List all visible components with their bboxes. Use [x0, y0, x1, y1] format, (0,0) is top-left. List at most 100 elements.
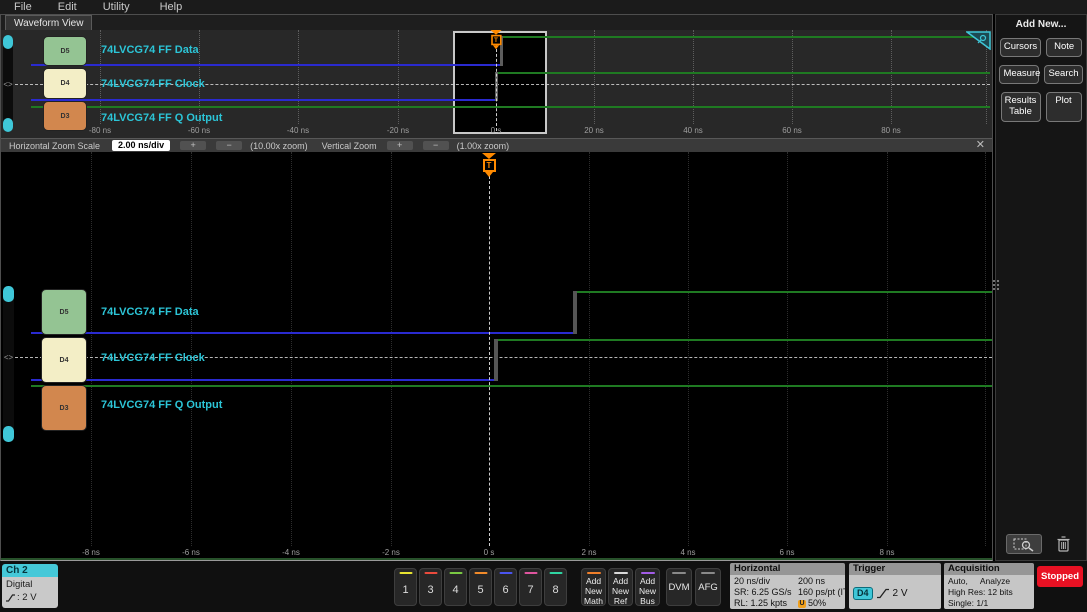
channel-button-label: 5 [477, 584, 484, 596]
v-zoom-increase-button[interactable]: + [386, 141, 413, 150]
menu-edit[interactable]: Edit [56, 1, 79, 13]
d5-data-low-trace [31, 64, 501, 66]
add-new-ref-button[interactable]: Add New Ref [608, 568, 633, 606]
v-zoom-decrease-button[interactable]: − [422, 141, 449, 150]
panel-splitter-handle[interactable] [993, 280, 1000, 296]
horizontal-panel-title: Horizontal [730, 563, 845, 575]
acquisition-settings-panel[interactable]: Acquisition Auto, Analyze High Res: 12 bi… [944, 563, 1034, 609]
trigger-position-line [496, 44, 497, 131]
draw-a-box-zoom-icon[interactable] [966, 31, 991, 50]
d5-data-rising-edge [573, 291, 577, 334]
menu-utility[interactable]: Utility [101, 1, 132, 13]
trash-icon [1057, 536, 1069, 552]
label-d3-q-output: 74LVCG74 FF Q Output [101, 112, 223, 124]
channel-3-button[interactable]: 3 [419, 568, 442, 606]
badge-d5[interactable]: D5 [43, 36, 87, 66]
channel-color-stripe [549, 572, 562, 574]
channel-2-badge[interactable]: Ch 2 Digital : 2 V [2, 564, 58, 608]
channel-1-button[interactable]: 1 [394, 568, 417, 606]
horizontal-window: 200 ns [798, 576, 826, 586]
badge-d3[interactable]: D3 [43, 101, 87, 131]
menu-file[interactable]: File [12, 1, 34, 13]
settings-bar: Ch 2 Digital : 2 V 1 3 4 5 6 7 8 Add New… [0, 561, 1087, 612]
ref-color-stripe [613, 572, 628, 574]
resolution: 160 ps/pt (IT) [798, 587, 845, 597]
gridline [91, 152, 92, 546]
overview-tick: 0 s [490, 126, 502, 135]
trigger-marker[interactable]: T [490, 30, 502, 50]
channel-2-threshold: : 2 V [17, 592, 37, 603]
channel-button-label: 3 [427, 584, 434, 596]
add-button-label: Add New Ref [611, 576, 629, 606]
d4-clock-high-trace [498, 72, 990, 74]
tab-waveform-view[interactable]: Waveform View [5, 15, 93, 30]
acquisition-single: Single: 1/1 [948, 598, 989, 608]
badge-d5[interactable]: D5 [41, 289, 87, 335]
d5-data-high-trace [503, 36, 990, 38]
channel-6-button[interactable]: 6 [494, 568, 517, 606]
horizontal-zoom-scale-label: Horizontal Zoom Scale [9, 140, 101, 151]
menu-bar: File Edit Utility Help [0, 0, 1087, 14]
gridline [787, 152, 788, 546]
overview-tick: 80 ns [881, 126, 901, 135]
add-new-math-button[interactable]: Add New Math [581, 568, 606, 606]
zoom-mode-button[interactable] [1006, 534, 1042, 554]
trigger-marker[interactable]: T [482, 153, 496, 177]
note-button[interactable]: Note [1046, 38, 1083, 57]
gridline [398, 30, 399, 124]
channel-4-button[interactable]: 4 [444, 568, 467, 606]
acquisition-analyze: Analyze [979, 576, 1011, 586]
d4-clock-low-trace [31, 99, 496, 101]
gridline [298, 30, 299, 124]
afg-label: AFG [698, 581, 718, 593]
close-zoom-icon[interactable]: ✕ [976, 140, 985, 151]
bus-color-stripe [640, 572, 655, 574]
gridline [688, 152, 689, 546]
trigger-settings-panel[interactable]: Trigger D4 2 V [849, 563, 941, 609]
results-table-button[interactable]: Results Table [1000, 91, 1041, 122]
channel-8-button[interactable]: 8 [544, 568, 567, 606]
gridline [792, 30, 793, 124]
acquisition-overview: T <> D5 D4 D3 74LVCG74 FF Data 74LVCG74 … [1, 30, 992, 138]
main-tick: -8 ns [82, 548, 100, 557]
add-new-bus-button[interactable]: Add New Bus [635, 568, 660, 606]
h-zoom-decrease-button[interactable]: − [216, 141, 243, 150]
dvm-button[interactable]: DVM [666, 568, 692, 606]
afg-button[interactable]: AFG [695, 568, 721, 606]
badge-d4[interactable]: D4 [41, 337, 87, 383]
gridline [693, 30, 694, 124]
menu-help[interactable]: Help [158, 1, 185, 13]
h-zoom-factor: (10.00x zoom) [250, 140, 308, 151]
trigger-t-icon: T [490, 34, 502, 46]
cursors-button[interactable]: Cursors [999, 38, 1042, 57]
trigger-panel-title: Trigger [849, 563, 941, 575]
plot-button[interactable]: Plot [1045, 91, 1082, 122]
overview-tick: 40 ns [683, 126, 703, 135]
acquisition-resolution: High Res: 12 bits [948, 587, 1013, 597]
measure-button[interactable]: Measure [999, 64, 1040, 84]
channel-7-button[interactable]: 7 [519, 568, 542, 606]
badge-d3[interactable]: D3 [41, 385, 87, 431]
badge-d4[interactable]: D4 [43, 68, 87, 99]
v-zoom-factor: (1.00x zoom) [456, 140, 510, 151]
digital-group-handle[interactable] [3, 286, 14, 442]
channel-color-stripe [424, 572, 437, 574]
channel-buttons: 1 3 4 5 6 7 8 [394, 568, 567, 606]
channel-5-button[interactable]: 5 [469, 568, 492, 606]
h-zoom-increase-button[interactable]: + [180, 141, 207, 150]
trash-button[interactable] [1052, 534, 1074, 554]
label-d5-data: 74LVCG74 FF Data [101, 306, 199, 318]
stopped-status-button[interactable]: Stopped [1037, 566, 1083, 587]
horizontal-settings-panel[interactable]: Horizontal 20 ns/div 200 ns SR: 6.25 GS/… [730, 563, 845, 609]
math-color-stripe [586, 572, 601, 574]
horizontal-zoom-scale-input[interactable]: 2.00 ns/div [112, 140, 171, 151]
zoomed-waveform-view[interactable]: T <> D5 D4 D3 74LVCG74 FF Data 74LVCG74 … [1, 152, 992, 560]
channel-color-stripe [449, 572, 462, 574]
pan-handle-icon: <> [3, 80, 13, 89]
overview-tick: 20 ns [584, 126, 604, 135]
channel-button-label: 8 [552, 584, 559, 596]
search-button[interactable]: Search [1044, 64, 1083, 84]
main-tick: -6 ns [182, 548, 200, 557]
main-tick: 0 s [483, 548, 495, 557]
group-handle-top-cap [3, 286, 14, 302]
